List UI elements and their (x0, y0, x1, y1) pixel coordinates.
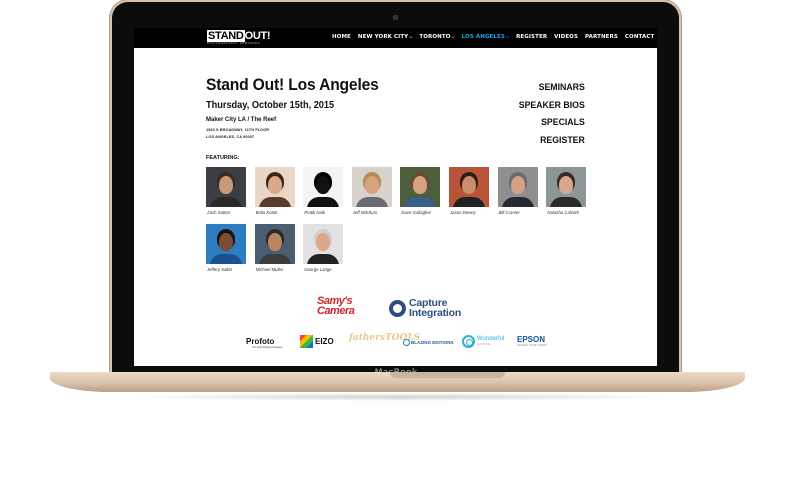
blazing-wordmark: BLAZING EDITIONS (411, 340, 454, 345)
venue-name: Maker City LA / The Reef (206, 117, 277, 123)
sponsor-wonderful-machine[interactable]: Wonderful MACHINE (462, 335, 504, 348)
speaker-photo (400, 167, 441, 207)
capture-logo-icon (389, 300, 406, 317)
nav-partners[interactable]: PARTNERS (585, 34, 618, 40)
speaker-photo (206, 167, 246, 207)
speaker-name: Dave Gallagher (401, 210, 432, 215)
capture-line2: Integration (409, 306, 462, 319)
side-link-register[interactable]: REGISTER (519, 132, 585, 150)
featuring-label: FEATURING: (206, 155, 240, 161)
speaker-card[interactable]: Bella Kotak (254, 167, 295, 215)
site-logo[interactable]: STANDOUT! PHOTOGRAPHIC SEMINARS (207, 30, 271, 45)
eizo-wordmark: EIZO (315, 337, 334, 346)
speaker-photo (497, 167, 538, 207)
sponsor-eizo[interactable]: EIZO (300, 335, 334, 348)
speaker-name: Bella Kotak (255, 210, 278, 215)
chevron-down-icon: ⌵ (451, 34, 455, 39)
side-link-specials[interactable]: SPECIALS (519, 114, 585, 132)
speaker-name: Michael Muller (255, 267, 284, 272)
profoto-tagline: The Light Shaping Company (252, 346, 283, 349)
lid-opening-notch (390, 372, 505, 378)
speaker-name: Pratik Naik (304, 210, 325, 215)
main-nav: HOME NEW YORK CITY⌵ TORONTO⌵ LOS ANGELES⌵ RE… (332, 34, 657, 40)
nav-videos[interactable]: VIDEOS (554, 34, 578, 40)
speaker-card[interactable]: Dave Gallagher (400, 167, 441, 215)
nav-contact[interactable]: CONTACT (625, 34, 654, 40)
nav-register[interactable]: REGISTER (516, 34, 547, 40)
wonderful-name: Wonderful (477, 335, 505, 342)
nav-label: REGISTER (516, 34, 548, 40)
speaker-name: Bill Cramer (498, 210, 520, 215)
venue-city: LOS ANGELES, CA 90007 (206, 135, 255, 139)
side-menu: SEMINARS SPEAKER BIOS SPECIALS REGISTER (513, 79, 585, 149)
speaker-photo (303, 167, 344, 207)
wonderful-sub: MACHINE (477, 342, 491, 346)
nav-label: NEW YORK CITY (357, 34, 409, 40)
speaker-card[interactable]: Zach Sutton (206, 167, 246, 215)
speaker-photo (206, 224, 246, 264)
speaker-photo (254, 224, 295, 264)
speaker-name: Jeff Mitchum (352, 210, 378, 215)
speaker-card[interactable]: Jeff Mitchum (351, 167, 392, 215)
capture-wordmark: Capture Integration (409, 298, 462, 319)
speaker-name: Jason Dewey (450, 210, 476, 215)
speaker-photo (254, 167, 295, 207)
epson-tagline: EXCEED YOUR VISION (517, 344, 547, 347)
speaker-card[interactable]: George Lange (303, 224, 344, 272)
speaker-name: Zach Sutton (207, 210, 231, 215)
eizo-logo-icon (300, 335, 313, 348)
nav-label: PARTNERS (585, 34, 618, 40)
nav-label: CONTACT (624, 34, 655, 40)
blazing-logo-icon (403, 339, 410, 346)
speaker-photo (351, 167, 392, 207)
speaker-card[interactable]: Jeffery Salter (206, 224, 246, 272)
speaker-name: Jeffery Salter (207, 267, 233, 272)
speaker-card[interactable]: Jason Dewey (449, 167, 489, 215)
nav-label: TORONTO (419, 34, 451, 40)
event-date: Thursday, October 15th, 2015 (206, 100, 335, 111)
chevron-down-icon: ⌵ (409, 34, 413, 39)
wonderful-wordmark: Wonderful MACHINE (477, 336, 504, 348)
venue-address: 1933 S BROADWAY, 11TH FLOOR (206, 128, 270, 132)
speaker-photo (546, 167, 587, 207)
speaker-name: George Lange (304, 267, 332, 272)
laptop-base (50, 372, 745, 392)
speaker-photo (449, 167, 489, 207)
nav-los-angeles[interactable]: LOS ANGELES⌵ (462, 34, 509, 40)
epson-wordmark: EPSON (517, 335, 546, 344)
sponsor-epson[interactable]: EPSON EXCEED YOUR VISION (517, 335, 547, 347)
nav-label: VIDEOS (554, 34, 579, 40)
speaker-card[interactable]: Natasha Calzatti (546, 167, 587, 215)
webcam (393, 15, 398, 20)
nav-toronto[interactable]: TORONTO⌵ (419, 34, 454, 40)
chevron-down-icon: ⌵ (505, 34, 510, 39)
wonderful-logo-icon (462, 335, 475, 348)
nav-label: LOS ANGELES (461, 34, 505, 40)
logo-wordmark: STANDOUT! (207, 30, 271, 42)
profoto-wordmark: Profoto (246, 337, 275, 346)
side-link-seminars[interactable]: SEMINARS (519, 79, 585, 97)
side-link-speaker-bios[interactable]: SPEAKER BIOS (519, 97, 585, 115)
sponsor-capture-integration[interactable]: Capture Integration (389, 298, 462, 319)
browser-viewport: STANDOUT! PHOTOGRAPHIC SEMINARS HOME NEW … (134, 28, 657, 366)
speaker-name: Natasha Calzatti (547, 210, 579, 215)
speaker-photo (303, 224, 344, 264)
speaker-card[interactable]: Pratik Naik (303, 167, 344, 215)
sponsor-blazing-editions[interactable]: BLAZING EDITIONS (403, 339, 454, 346)
speaker-card[interactable]: Michael Muller (254, 224, 295, 272)
nav-home[interactable]: HOME (332, 34, 351, 40)
site-header: STANDOUT! PHOTOGRAPHIC SEMINARS HOME NEW … (134, 28, 657, 48)
page-title: Stand Out! Los Angeles (206, 75, 379, 94)
speaker-card[interactable]: Bill Cramer (497, 167, 538, 215)
nav-new-york-city[interactable]: NEW YORK CITY⌵ (358, 34, 412, 40)
sponsor-profoto[interactable]: Profoto (246, 337, 274, 346)
sponsor-samys-camera[interactable]: Samy's Camera (317, 296, 355, 317)
laptop-shadow (120, 393, 680, 401)
fathers-line1: fathers (349, 333, 385, 343)
samys-line2: Camera (317, 305, 355, 317)
sponsor-logos-row: Profoto The Light Shaping Company EIZO f… (246, 333, 552, 352)
nav-label: HOME (332, 34, 351, 40)
